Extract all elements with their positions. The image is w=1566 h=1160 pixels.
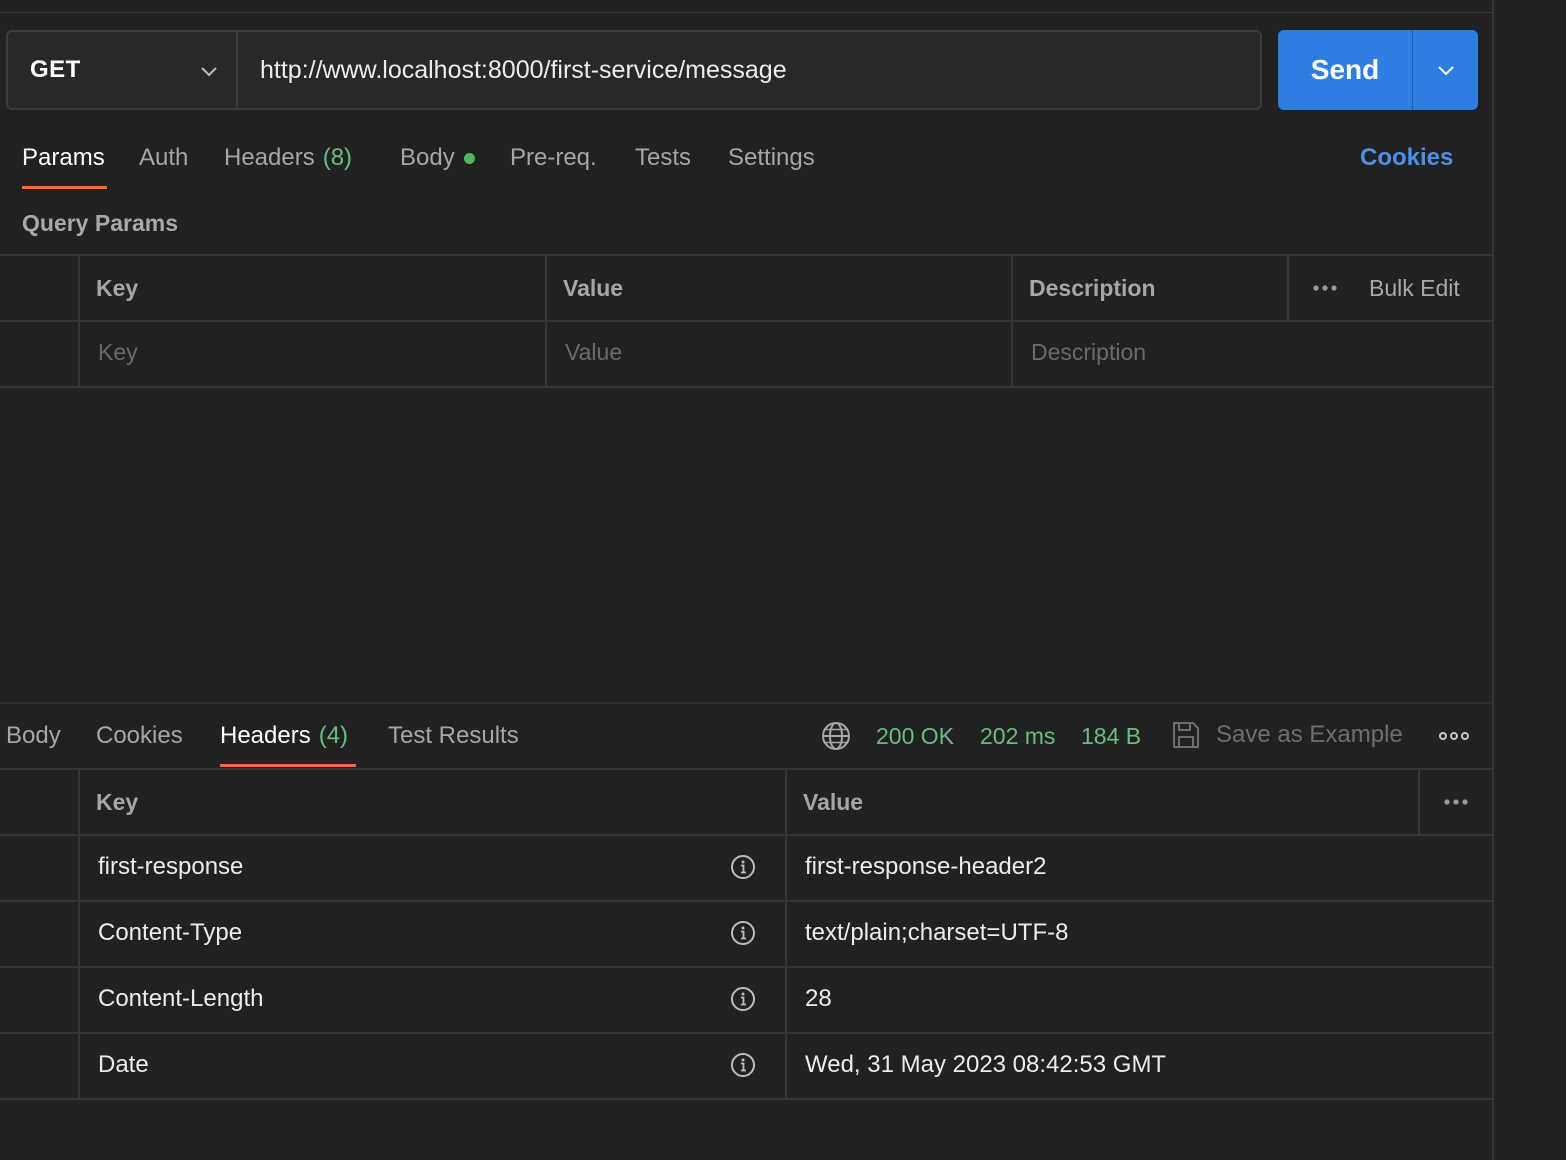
globe-icon[interactable]	[820, 720, 852, 752]
table-border	[0, 254, 1493, 256]
more-horizontal-icon[interactable]	[1438, 726, 1470, 746]
header-key-cell: Content-Length	[98, 985, 264, 1012]
column-divider	[785, 768, 787, 1100]
response-tab-headers[interactable]: Headers (4)	[220, 718, 348, 754]
tab-params[interactable]: Params	[22, 140, 105, 176]
body-status-dot	[463, 152, 475, 164]
column-header-key: Key	[96, 274, 139, 301]
column-divider	[78, 768, 80, 1100]
save-as-example-button[interactable]: Save as Example	[1170, 716, 1403, 754]
table-border	[0, 386, 1493, 388]
response-time[interactable]: 202 ms	[980, 718, 1055, 754]
table-border	[0, 900, 1493, 902]
response-tab-test-results[interactable]: Test Results	[388, 718, 519, 754]
header-value-cell: first-response-header2	[805, 853, 1047, 880]
header-key-cell: Content-Type	[98, 919, 243, 946]
header-value-cell: Wed, 31 May 2023 08:42:53 GMT	[805, 1051, 1167, 1078]
bulk-edit-button[interactable]: Bulk Edit	[1369, 270, 1460, 306]
save-icon	[1173, 722, 1199, 748]
header-key-cell: first-response	[98, 853, 244, 880]
table-border	[0, 966, 1493, 968]
more-horizontal-icon[interactable]	[1442, 792, 1470, 812]
active-tab-indicator	[22, 186, 107, 189]
info-icon[interactable]	[730, 854, 756, 880]
table-border	[0, 1032, 1493, 1034]
right-sidebar	[1494, 0, 1566, 1160]
column-header-key: Key	[96, 788, 139, 815]
tab-settings[interactable]: Settings	[728, 140, 815, 176]
param-value-input[interactable]: Value	[565, 334, 622, 370]
status-code[interactable]: 200 OK	[876, 718, 954, 754]
header-value-cell: 28	[805, 985, 832, 1012]
tab-headers-label: Headers	[224, 144, 315, 171]
tab-headers-count: (8)	[322, 144, 353, 171]
header-key-cell: Date	[98, 1051, 149, 1078]
method-select[interactable]: GET	[6, 30, 238, 110]
column-divider	[1418, 768, 1420, 836]
column-header-value: Value	[563, 274, 624, 301]
column-divider	[78, 254, 80, 388]
method-label: GET	[30, 56, 81, 83]
url-input[interactable]	[236, 30, 1262, 110]
tab-body-label: Body	[400, 144, 455, 171]
save-as-example-label: Save as Example	[1216, 721, 1403, 748]
info-icon[interactable]	[730, 1052, 756, 1078]
request-workspace: GET Send Params Auth Headers (8) Body Pr…	[0, 0, 1493, 1160]
table-border	[0, 834, 1493, 836]
tab-auth[interactable]: Auth	[139, 140, 188, 176]
tab-body[interactable]: Body	[400, 140, 475, 176]
table-border	[0, 320, 1493, 322]
active-tab-indicator	[220, 764, 356, 767]
info-icon[interactable]	[730, 986, 756, 1012]
response-tab-cookies[interactable]: Cookies	[96, 718, 183, 754]
table-border	[0, 1098, 1493, 1100]
header-value-cell: text/plain;charset=UTF-8	[805, 919, 1069, 946]
param-description-input[interactable]: Description	[1031, 334, 1146, 370]
chevron-down-icon	[201, 67, 217, 77]
response-tab-headers-label: Headers	[220, 722, 311, 749]
response-size[interactable]: 184 B	[1081, 718, 1141, 754]
column-divider	[545, 254, 547, 388]
chevron-down-icon	[1437, 66, 1454, 76]
column-header-value: Value	[803, 788, 864, 815]
column-header-description: Description	[1029, 274, 1156, 301]
tab-prereq[interactable]: Pre-req.	[510, 140, 597, 176]
query-params-title: Query Params	[22, 209, 178, 236]
tab-tests[interactable]: Tests	[635, 140, 691, 176]
cookies-link[interactable]: Cookies	[1360, 140, 1453, 176]
table-border	[0, 768, 1493, 770]
response-tab-headers-count: (4)	[318, 722, 349, 749]
more-horizontal-icon[interactable]	[1311, 278, 1339, 298]
info-icon[interactable]	[730, 920, 756, 946]
top-divider	[0, 12, 1493, 13]
send-options-button[interactable]	[1412, 30, 1478, 110]
column-divider	[1287, 254, 1289, 322]
pane-divider[interactable]	[0, 702, 1493, 704]
response-tab-body[interactable]: Body	[6, 718, 61, 754]
column-divider	[1011, 254, 1013, 388]
param-key-input[interactable]: Key	[98, 334, 138, 370]
send-button[interactable]: Send	[1278, 30, 1412, 110]
tab-headers[interactable]: Headers (8)	[224, 140, 352, 176]
